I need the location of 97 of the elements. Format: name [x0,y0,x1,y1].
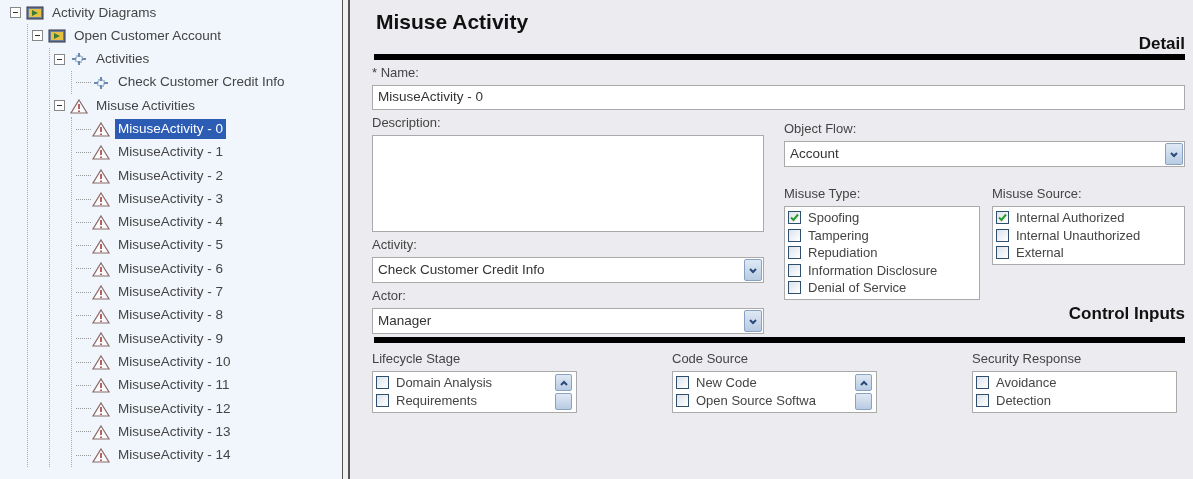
splitter[interactable] [343,0,350,479]
field-label: Security Response [972,350,1083,368]
checkbox[interactable] [788,228,801,242]
checkbox[interactable] [788,246,801,260]
cross-icon [91,74,111,91]
checkbox-label: Detection [996,391,1051,410]
warning-icon [91,447,111,464]
tree-item[interactable]: MisuseActivity - 2 [115,165,227,186]
checkbox-label: Open Source Softwa [696,391,816,410]
checkbox-label: Avoidance [996,374,1057,392]
tree-item[interactable]: MisuseActivity - 0 [115,119,227,140]
tree-item[interactable]: MisuseActivity - 7 [115,282,227,303]
tree-item[interactable]: MisuseActivity - 1 [115,142,227,163]
checkbox[interactable] [676,393,689,407]
collapse-icon[interactable] [54,53,65,65]
warning-icon [91,377,111,394]
warning-icon [91,260,111,277]
checkbox[interactable] [376,376,389,390]
checkbox[interactable] [976,376,989,390]
checkbox-label: Internal Authorized [1016,209,1125,227]
field-label: Lifecycle Stage [372,350,462,368]
section-heading: Detail [1137,34,1185,54]
collapse-icon[interactable] [32,30,43,42]
warning-icon [91,121,111,138]
checkbox[interactable] [996,228,1009,242]
tree-item[interactable]: MisuseActivity - 5 [115,235,227,256]
field-label: Misuse Type: [784,185,862,203]
checkbox[interactable] [996,211,1009,225]
tree-item[interactable]: MisuseActivity - 4 [115,212,227,233]
warning-icon [91,307,111,324]
check-icon [789,212,800,224]
tree-item[interactable]: Open Customer Account [71,25,225,47]
checkbox-label: Denial of Service [808,279,907,297]
tree-item[interactable]: Activity Diagrams [49,2,160,23]
tree-item[interactable]: Check Customer Credit Info [115,72,288,93]
checkbox-label: Repudiation [808,244,878,262]
tree-item[interactable]: MisuseActivity - 8 [115,305,227,326]
tree-item[interactable]: MisuseActivity - 6 [115,258,227,280]
check-icon [997,212,1008,224]
checkbox-label: Domain Analysis [396,374,493,392]
scroll-up-button[interactable] [855,374,872,391]
checkbox[interactable] [376,393,389,407]
checkbox-label: New Code [696,374,757,392]
warning-icon [91,214,111,231]
tree-item[interactable]: Activities [93,49,153,70]
collapse-icon[interactable] [10,7,21,19]
scroll-up-button[interactable] [555,374,572,391]
description-field[interactable] [372,135,764,232]
warning-icon [91,144,111,161]
field-label: Code Source [672,350,749,368]
section-heading: Control Inputs [1067,303,1185,324]
actor-dropdown[interactable]: Manager [372,308,764,334]
tree-item[interactable]: MisuseActivity - 10 [115,351,234,373]
scroll-thumb[interactable] [855,393,872,410]
object-flow-dropdown[interactable]: Account [784,141,1185,167]
warning-icon [69,97,89,114]
tree-item[interactable]: MisuseActivity - 14 [115,445,234,466]
scroll-thumb[interactable] [555,393,572,410]
checkbox[interactable] [788,211,801,225]
field-label: Activity: [372,236,418,254]
tree-item[interactable]: Misuse Activities [93,95,199,116]
warning-icon [91,330,111,347]
checkbox-label: External [1016,244,1064,262]
field-label: Description: [372,114,442,132]
tree-item[interactable]: MisuseActivity - 12 [115,398,234,419]
diagram-icon [25,4,45,21]
checkbox-label: Spoofing [808,209,860,227]
tree-item[interactable]: MisuseActivity - 13 [115,421,234,443]
warning-icon [91,424,111,440]
tree-item[interactable]: MisuseActivity - 9 [115,328,227,349]
checkbox[interactable] [976,393,989,407]
tree-item[interactable]: MisuseActivity - 3 [115,188,227,210]
checkbox[interactable] [788,263,801,277]
collapse-icon[interactable] [54,100,65,112]
diagram-icon [47,27,67,44]
warning-icon [91,191,111,207]
checkbox[interactable] [676,376,689,390]
checkbox-label: Information Disclosure [808,261,938,280]
activity-dropdown[interactable]: Check Customer Credit Info [372,257,764,283]
warning-icon [91,237,111,254]
warning-icon [91,167,111,184]
checkbox[interactable] [788,281,801,295]
cross-icon [69,51,89,68]
field-label: Object Flow: [784,120,858,138]
warning-icon [91,354,111,371]
name-field[interactable]: MisuseActivity - 0 [372,85,1185,110]
field-label: Actor: [372,287,407,305]
field-label: Misuse Source: [992,185,1083,203]
warning-icon [91,284,111,301]
field-label: * Name: [372,64,420,82]
checkbox-label: Internal Unauthorized [1016,226,1141,245]
checkbox-label: Requirements [396,391,477,410]
checkbox[interactable] [996,246,1009,260]
checkbox-label: Tampering [808,226,869,245]
form-title: Misuse Activity [376,9,530,35]
tree-item[interactable]: MisuseActivity - 11 [115,375,233,396]
warning-icon [91,400,111,417]
